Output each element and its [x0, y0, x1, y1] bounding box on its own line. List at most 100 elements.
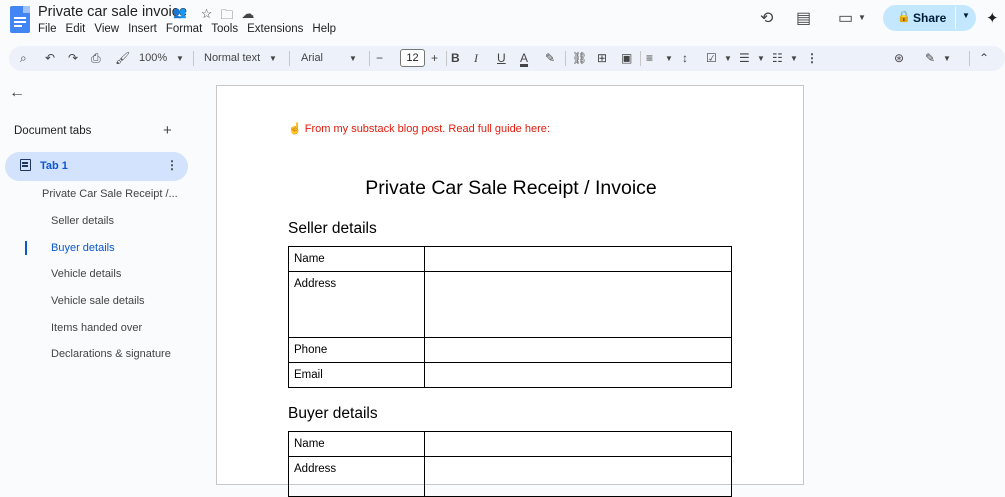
insert-image-icon[interactable]: ▣ — [621, 51, 632, 65]
table-cell-value[interactable] — [424, 337, 732, 363]
tab-label: Tab 1 — [40, 160, 68, 172]
menu-view[interactable]: View — [94, 23, 119, 35]
table-cell-value[interactable] — [424, 271, 732, 338]
outline-item[interactable]: Declarations & signature — [51, 348, 171, 360]
toolbar-divider — [565, 51, 566, 66]
table-cell-label[interactable]: Name — [288, 431, 425, 457]
share-divider — [955, 7, 956, 29]
more-options-icon[interactable]: ⋮ — [806, 51, 818, 65]
add-comment-icon[interactable]: ⊞ — [597, 51, 607, 65]
gemini-icon[interactable]: ✦ — [986, 9, 999, 27]
numbered-list-icon[interactable]: ☷ — [772, 51, 783, 65]
line-spacing-icon[interactable]: ↕ — [682, 51, 688, 65]
numbered-list-dropdown-icon[interactable]: ▼ — [790, 54, 798, 63]
menu-extensions[interactable]: Extensions — [247, 23, 303, 35]
menu-file[interactable]: File — [38, 23, 57, 35]
italic-icon[interactable]: I — [474, 51, 478, 66]
bold-icon[interactable]: B — [451, 51, 460, 65]
table-cell-value[interactable] — [424, 246, 732, 272]
editing-mode-icon[interactable]: ✎ — [925, 51, 935, 65]
table-cell-label[interactable]: Address — [288, 271, 425, 338]
outline-item[interactable]: Items handed over — [51, 322, 142, 334]
menu-help[interactable]: Help — [312, 23, 336, 35]
style-dropdown-icon[interactable]: ▼ — [269, 54, 277, 63]
outline-item[interactable]: Vehicle sale details — [51, 295, 145, 307]
outline-item[interactable]: Buyer details — [51, 242, 115, 254]
add-tab-icon[interactable]: + — [163, 122, 172, 139]
table-cell-label[interactable]: Name — [288, 246, 425, 272]
lock-icon: 🔒 — [897, 11, 911, 23]
outline-item[interactable]: Seller details — [51, 215, 114, 227]
zoom-select[interactable]: 100% — [139, 52, 167, 64]
align-icon[interactable]: ≡ — [646, 51, 653, 65]
document-title[interactable]: Private car sale invoice — [38, 4, 187, 20]
highlight-icon[interactable]: ✎ — [545, 51, 555, 65]
meet-icon[interactable]: ▭ — [838, 8, 853, 28]
comments-icon[interactable]: ▤ — [796, 8, 811, 28]
document-page[interactable]: ☝️ From my substack blog post. Read full… — [216, 85, 805, 497]
outline-item[interactable]: Private Car Sale Receipt /... — [42, 188, 178, 200]
share-button[interactable]: 🔒 Share ▼ — [883, 5, 976, 31]
bulleted-list-icon[interactable]: ☰ — [739, 51, 750, 65]
docs-logo-icon[interactable] — [10, 6, 30, 33]
font-dropdown-icon[interactable]: ▼ — [349, 54, 357, 63]
checklist-icon[interactable]: ☑ — [706, 51, 717, 65]
buyer-details-heading[interactable]: Buyer details — [288, 405, 378, 423]
table-cell-value[interactable] — [424, 456, 732, 497]
zoom-dropdown-icon[interactable]: ▼ — [176, 54, 184, 63]
outline-item[interactable]: Vehicle details — [51, 268, 121, 280]
menu-edit[interactable]: Edit — [66, 23, 86, 35]
table-cell-label[interactable]: Address — [288, 456, 425, 497]
underline-icon[interactable]: U — [497, 51, 506, 65]
toolbar-divider — [289, 51, 290, 66]
align-dropdown-icon[interactable]: ▼ — [665, 54, 673, 63]
search-menus-icon[interactable]: ⌕ — [20, 51, 27, 66]
buyer-details-table: Name Address — [288, 431, 732, 497]
editing-mode-dropdown-icon[interactable]: ▼ — [943, 54, 951, 63]
table-cell-label[interactable]: Email — [288, 362, 425, 388]
seller-details-heading[interactable]: Seller details — [288, 220, 377, 238]
intro-text[interactable]: ☝️ From my substack blog post. Read full… — [288, 122, 550, 135]
increase-font-size-icon[interactable]: + — [431, 51, 438, 65]
table-row: Email — [288, 362, 732, 388]
share-dropdown-icon[interactable]: ▼ — [962, 11, 970, 20]
table-row: Name — [288, 246, 732, 272]
paint-format-icon[interactable]: 🖌 — [115, 51, 130, 65]
table-cell-value[interactable] — [424, 362, 732, 388]
print-icon[interactable]: ⎙ — [91, 51, 101, 66]
table-cell-label[interactable]: Phone — [288, 337, 425, 363]
font-size-input[interactable]: 12 — [400, 49, 425, 67]
insert-link-icon[interactable]: ⛓ — [572, 51, 587, 65]
table-row: Address — [288, 456, 732, 497]
menu-format[interactable]: Format — [166, 23, 202, 35]
collapse-toolbar-icon[interactable]: ⌃ — [979, 51, 989, 65]
menu-bar: File Edit View Insert Format Tools Exten… — [38, 23, 345, 35]
toolbar-divider — [369, 51, 370, 66]
bulleted-list-dropdown-icon[interactable]: ▼ — [757, 54, 765, 63]
undo-icon[interactable]: ↶ — [45, 51, 55, 65]
decrease-font-size-icon[interactable]: − — [376, 51, 383, 65]
document-outline-sidebar: ← Document tabs + Tab 1 ⋮ Private Car Sa… — [0, 80, 200, 476]
tab-1[interactable]: Tab 1 ⋮ — [5, 152, 188, 181]
font-select[interactable]: Arial — [301, 52, 323, 64]
text-color-icon[interactable]: A — [520, 51, 528, 65]
redo-icon[interactable]: ↷ — [68, 51, 78, 65]
document-tab-icon — [20, 159, 31, 171]
menu-tools[interactable]: Tools — [211, 23, 238, 35]
back-arrow-icon[interactable]: ← — [9, 84, 25, 102]
table-cell-value[interactable] — [424, 431, 732, 457]
toolbar-divider — [193, 51, 194, 66]
document-heading[interactable]: Private Car Sale Receipt / Invoice — [217, 177, 805, 200]
checklist-dropdown-icon[interactable]: ▼ — [724, 54, 732, 63]
tab-options-icon[interactable]: ⋮ — [166, 158, 178, 172]
outline-active-indicator — [25, 241, 27, 255]
version-history-icon[interactable]: ⟲ — [760, 8, 773, 28]
style-select[interactable]: Normal text — [204, 52, 260, 64]
table-row: Address — [288, 271, 732, 338]
meet-dropdown-icon[interactable]: ▼ — [858, 13, 866, 22]
smart-compose-icon[interactable]: ⊛ — [894, 51, 904, 65]
menu-insert[interactable]: Insert — [128, 23, 157, 35]
toolbar-divider — [446, 51, 447, 66]
app-header: Private car sale invoice 👥 ☆ 🗀 ☁ File Ed… — [0, 0, 1005, 44]
table-row: Phone — [288, 337, 732, 363]
